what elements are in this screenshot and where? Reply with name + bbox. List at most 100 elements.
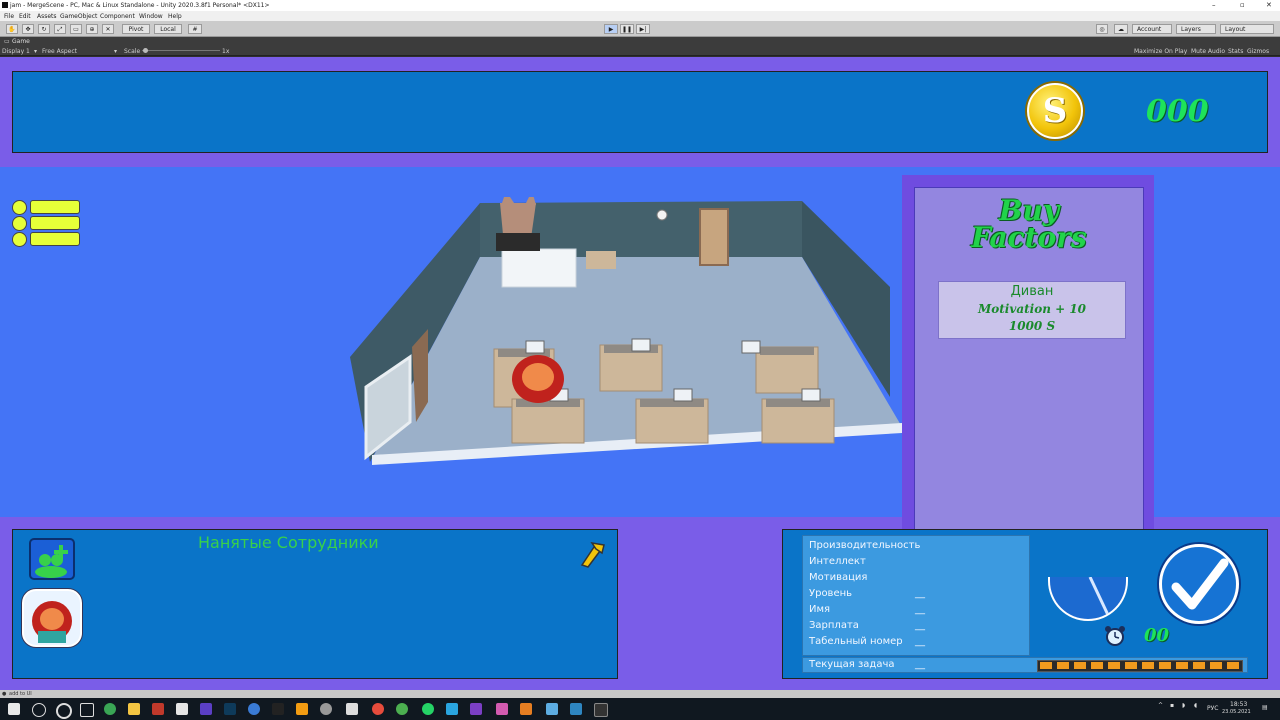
app-icon-2[interactable] — [496, 703, 508, 715]
menu-bar: File Edit Assets GameObject Component Wi… — [0, 11, 1280, 21]
photoshop-icon[interactable] — [224, 703, 236, 715]
progress-segment — [1040, 662, 1052, 669]
collab-icon[interactable]: ◎ — [1096, 24, 1108, 34]
stat-label: Производительность — [809, 540, 921, 551]
unity-editor-taskbar-icon[interactable] — [594, 703, 608, 717]
boss-suit — [496, 233, 540, 251]
stats-toggle[interactable]: Stats — [1228, 48, 1243, 55]
buy-title-line2: Factors — [971, 221, 1087, 254]
unity-logo-icon — [2, 2, 8, 8]
obs-icon[interactable] — [346, 703, 358, 715]
chrome-icon[interactable] — [396, 703, 408, 715]
pause-button[interactable]: ❚❚ — [620, 24, 634, 34]
game-viewport[interactable]: S 000 Buy Factors Диван Motivation + 10 … — [0, 57, 1280, 690]
account-dropdown[interactable]: Account — [1132, 24, 1172, 34]
display-dropdown[interactable]: Display 1 — [2, 48, 30, 55]
notifications-icon[interactable]: ▤ — [1262, 704, 1268, 711]
layout-dropdown[interactable]: Layout — [1220, 24, 1274, 34]
app-icon[interactable] — [152, 703, 164, 715]
volume-icon[interactable]: ◖ — [1194, 702, 1197, 709]
buy-title-line1: Buy — [998, 194, 1060, 227]
windows-start-icon[interactable] — [8, 703, 20, 715]
yandex-icon[interactable] — [372, 703, 384, 715]
minimize-icon[interactable]: – — [1212, 1, 1216, 9]
app-icon-3[interactable] — [520, 703, 532, 715]
monitor-icon — [525, 340, 545, 354]
whatsapp-icon[interactable] — [422, 703, 434, 715]
aspect-dropdown[interactable]: Free Aspect — [42, 48, 77, 55]
scale-tool-icon[interactable]: ⤢ — [54, 24, 66, 34]
rotate-tool-icon[interactable]: ↻ — [38, 24, 50, 34]
scale-slider-handle[interactable] — [143, 48, 148, 53]
transform-tool-icon[interactable]: ⊕ — [86, 24, 98, 34]
gizmos-toggle[interactable]: Gizmos — [1247, 48, 1269, 55]
hire-employee-button[interactable] — [29, 538, 75, 580]
search-icon[interactable] — [32, 703, 46, 717]
visual-studio-icon[interactable] — [200, 703, 212, 715]
menu-window[interactable]: Window — [139, 13, 163, 20]
cat-ear-icon — [502, 197, 514, 203]
grid-snap-icon[interactable]: # — [188, 24, 202, 34]
menu-edit[interactable]: Edit — [19, 13, 31, 20]
unity-hub-icon[interactable] — [176, 703, 188, 715]
app-icon-5[interactable] — [570, 703, 582, 715]
blender-icon[interactable] — [296, 703, 308, 715]
cloud-icon[interactable]: ☁ — [1114, 24, 1128, 34]
maximize-icon[interactable]: ▫ — [1240, 1, 1245, 9]
maximize-on-play-toggle[interactable]: Maximize On Play — [1134, 48, 1187, 55]
stat-label: Зарплата — [809, 620, 859, 631]
tray-chevron-icon[interactable]: ^ — [1158, 702, 1163, 709]
dropdown-arrow-icon: ▾ — [114, 48, 118, 55]
unity-icon[interactable] — [272, 703, 284, 715]
office-scene[interactable] — [330, 197, 910, 467]
cortana-icon[interactable] — [56, 703, 72, 719]
layers-dropdown[interactable]: Layers — [1176, 24, 1216, 34]
progress-segment — [1210, 662, 1222, 669]
tray-time[interactable]: 18:53 — [1230, 701, 1247, 708]
menu-help[interactable]: Help — [168, 13, 182, 20]
step-button[interactable]: ▶| — [636, 24, 650, 34]
employee-cat-icon — [32, 601, 72, 643]
close-icon[interactable]: ✕ — [1266, 1, 1272, 9]
task-value: __ — [915, 659, 925, 670]
confirm-button[interactable] — [1159, 544, 1239, 624]
game-tab[interactable]: ▭ Game — [0, 37, 1280, 46]
network-icon[interactable]: ◗ — [1182, 702, 1185, 709]
steam-icon[interactable] — [320, 703, 332, 715]
xbox-icon[interactable] — [104, 703, 116, 715]
current-task-bar: Текущая задача __ — [802, 657, 1248, 673]
tray-date[interactable]: 23.05.2021 — [1222, 709, 1251, 715]
game-view-bar: Display 1 ▾ Free Aspect ▾ Scale 1x Maxim… — [0, 46, 1280, 56]
pivot-toggle[interactable]: Pivot — [122, 24, 150, 34]
browser-icon[interactable] — [248, 703, 260, 715]
progress-segment — [1227, 662, 1239, 669]
keyboard-language[interactable]: РУС — [1207, 705, 1218, 712]
factor-card[interactable]: Диван Motivation + 10 1000 S — [938, 281, 1126, 339]
telegram-icon[interactable] — [446, 703, 458, 715]
menu-file[interactable]: File — [4, 13, 14, 20]
stat-label: Мотивация — [809, 572, 868, 583]
file-explorer-icon[interactable] — [128, 703, 140, 715]
menu-component[interactable]: Component — [100, 13, 135, 20]
mute-audio-toggle[interactable]: Mute Audio — [1191, 48, 1225, 55]
scale-label: Scale — [124, 48, 141, 55]
menu-assets[interactable]: Assets — [37, 13, 57, 20]
scale-slider-track[interactable] — [142, 50, 220, 51]
hired-employees-title: Нанятые Сотрудники — [198, 533, 379, 552]
move-tool-icon[interactable]: ✥ — [22, 24, 34, 34]
custom-tool-icon[interactable]: ✕ — [102, 24, 114, 34]
menu-gameobject[interactable]: GameObject — [60, 13, 97, 20]
game-tab-label: Game — [12, 38, 30, 45]
local-toggle[interactable]: Local — [154, 24, 182, 34]
task-view-icon[interactable] — [80, 703, 94, 717]
hand-tool-icon[interactable]: ✋ — [6, 24, 18, 34]
menu-button[interactable] — [12, 199, 80, 249]
employee-avatar[interactable] — [22, 589, 82, 647]
app-icon-4[interactable] — [546, 703, 558, 715]
vs-code-icon[interactable] — [470, 703, 482, 715]
tray-icon[interactable]: ▪ — [1170, 702, 1174, 709]
play-button[interactable]: ▶ — [604, 24, 618, 34]
hammer-icon[interactable] — [578, 539, 608, 569]
rect-tool-icon[interactable]: ▭ — [70, 24, 82, 34]
task-label: Текущая задача — [809, 659, 895, 670]
